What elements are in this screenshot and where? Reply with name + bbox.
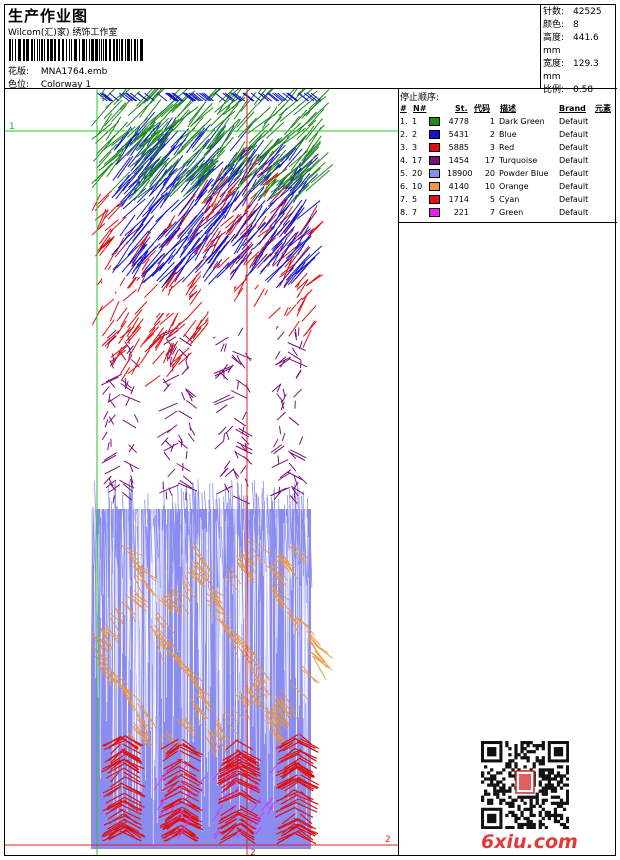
row-brand: Default [559, 169, 589, 178]
row-description: Blue [499, 130, 517, 139]
stat-stitches: 针数: 42525 [543, 6, 617, 19]
design-file-value: MNA1764.emb [40, 67, 108, 77]
stats-panel: 针数: 42525 颜色: 8 高度: 441.6 mm 宽度: 129.3 mm 比例… [541, 5, 617, 95]
row-code: 2 [489, 130, 495, 139]
row-code: 10 [484, 182, 495, 191]
marker-2-bottom: 2 [250, 848, 256, 855]
table-row: 6. 10 4140 10 Orange Default [399, 180, 617, 193]
stat-value: 42525 [573, 7, 602, 17]
stat-height: 高度: 441.6 mm [543, 32, 617, 58]
col-description: 描述 [500, 104, 516, 113]
table-header: # N# St. 代码 描述 Brand 元素 [399, 102, 617, 115]
worksheet: 生产作业图 Wilcom(汇)家) 绣饰工作室 花版: MNA1764.emb … [4, 4, 617, 856]
row-index: 6. [400, 182, 408, 191]
row-needle: 10 [412, 182, 423, 191]
row-code: 17 [484, 156, 495, 165]
row-needle: 2 [412, 130, 418, 139]
design-file-row: 花版: MNA1764.emb [8, 64, 107, 77]
company-name: Wilcom(汇)家) 绣饰工作室 [8, 28, 118, 38]
row-stitches: 1714 [448, 195, 469, 204]
table-row: 1. 1 4778 1 Dark Green Default [399, 115, 617, 128]
stat-width: 宽度: 129.3 mm [543, 58, 617, 84]
row-needle: 1 [412, 117, 418, 126]
stat-value: 8 [573, 20, 579, 30]
row-brand: Default [559, 143, 589, 152]
stat-label: 高度: [543, 33, 565, 43]
row-index: 8. [400, 208, 408, 217]
stop-sequence-table: 停止顺序: # N# St. 代码 描述 Brand 元素 1. 1 4778 1 Da… [399, 89, 617, 223]
row-brand: Default [559, 195, 589, 204]
stat-colors: 颜色: 8 [543, 19, 617, 32]
row-needle: 7 [412, 208, 418, 217]
col-no: N# [413, 104, 427, 113]
stat-label: 颜色: [543, 20, 565, 30]
row-code: 5 [489, 195, 495, 204]
row-needle: 17 [412, 156, 423, 165]
row-stitches: 1454 [448, 156, 469, 165]
row-stitches: 5431 [448, 130, 469, 139]
row-brand: Default [559, 156, 589, 165]
row-brand: Default [559, 182, 589, 191]
table-row: 8. 7 221 7 Green Default [399, 206, 617, 219]
row-brand: Default [559, 208, 589, 217]
row-code: 1 [489, 117, 495, 126]
embroidery-preview[interactable]: 1 1 2 2 [5, 89, 399, 855]
row-needle: 3 [412, 143, 418, 152]
row-code: 3 [489, 143, 495, 152]
row-description: Powder Blue [499, 169, 549, 178]
marker-2-right: 2 [385, 835, 391, 845]
table-row: 5. 20 18900 20 Powder Blue Default [399, 167, 617, 180]
col-stitches: St. [455, 104, 468, 113]
row-description: Red [499, 143, 515, 152]
table-row: 4. 17 1454 17 Turquoise Default [399, 154, 617, 167]
row-stitches: 5885 [448, 143, 469, 152]
row-index: 7. [400, 195, 408, 204]
table-row: 7. 5 1714 5 Cyan Default [399, 193, 617, 206]
col-element: 元素 [595, 104, 611, 113]
marker-1-top: 1 [100, 92, 106, 102]
col-code: 代码 [474, 104, 490, 113]
row-description: Cyan [499, 195, 520, 204]
barcode [9, 39, 145, 61]
marker-1-left: 1 [9, 122, 15, 132]
row-description: Dark Green [499, 117, 545, 126]
page-title: 生产作业图 [8, 7, 89, 25]
stat-label: 针数: [543, 7, 565, 17]
row-stitches: 18900 [447, 169, 473, 178]
row-stitches: 221 [453, 208, 469, 217]
row-description: Orange [499, 182, 529, 191]
row-index: 1. [400, 117, 408, 126]
stat-label: 宽度: [543, 59, 565, 69]
row-description: Green [499, 208, 524, 217]
row-needle: 20 [412, 169, 423, 178]
color-swatch [429, 206, 440, 221]
row-index: 4. [400, 156, 408, 165]
qr-code[interactable] [481, 741, 569, 829]
site-logo: 6xiu.com [481, 831, 578, 853]
design-file-label: 花版: [8, 67, 30, 77]
row-needle: 5 [412, 195, 418, 204]
row-index: 2. [400, 130, 408, 139]
row-code: 7 [489, 208, 495, 217]
table-row: 3. 3 5885 3 Red Default [399, 141, 617, 154]
row-stitches: 4140 [448, 182, 469, 191]
guide-lines: 1 1 2 2 [5, 89, 398, 855]
table-row: 2. 2 5431 2 Blue Default [399, 128, 617, 141]
header-panel: 生产作业图 Wilcom(汇)家) 绣饰工作室 花版: MNA1764.emb … [5, 5, 541, 90]
row-brand: Default [559, 130, 589, 139]
col-hash: # [400, 104, 407, 113]
row-code: 20 [484, 169, 495, 178]
row-index: 5. [400, 169, 408, 178]
row-stitches: 4778 [448, 117, 469, 126]
row-brand: Default [559, 117, 589, 126]
col-brand: Brand [559, 104, 586, 113]
row-index: 3. [400, 143, 408, 152]
row-description: Turquoise [499, 156, 538, 165]
